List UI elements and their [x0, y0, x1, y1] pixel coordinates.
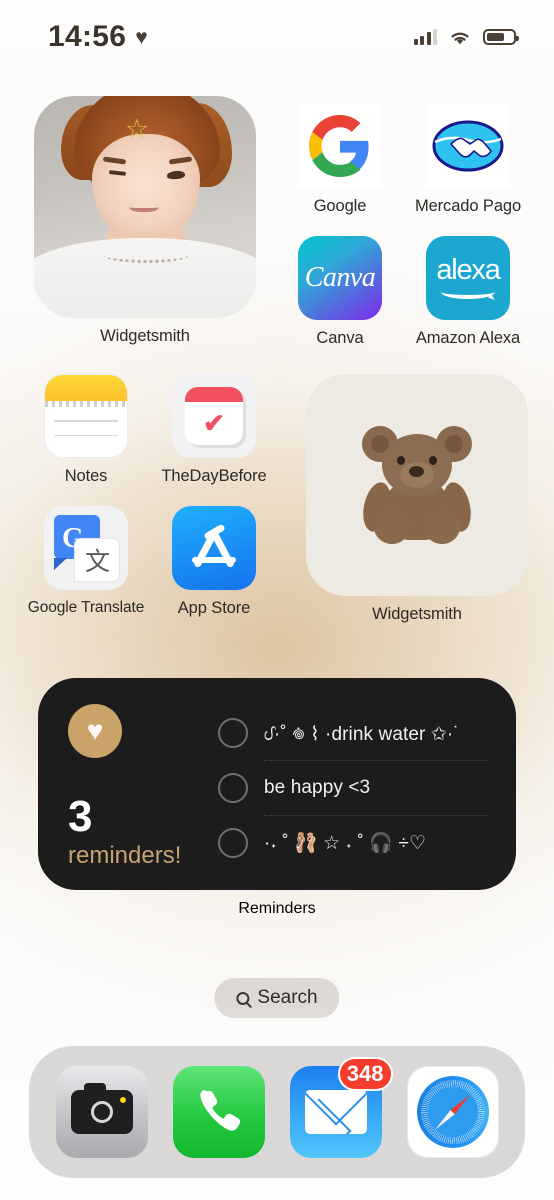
widget-photo-person[interactable]: ☆ Widgetsmith	[34, 96, 256, 348]
app-row-top: Google Mercado Pago	[276, 104, 532, 216]
app-notes[interactable]: Notes	[22, 374, 150, 486]
amazon-alexa-icon[interactable]: alexa	[426, 236, 510, 320]
dock-app-safari[interactable]	[406, 1066, 499, 1158]
reminders-count-label: reminders!	[68, 842, 182, 869]
app-label: Notes	[64, 467, 108, 485]
dock-app-mail[interactable]: 348	[289, 1057, 393, 1158]
home-screen-grid: ☆ Widgetsmith Google Mercado Pago Canva …	[0, 96, 554, 624]
reminder-checkbox[interactable]	[218, 828, 248, 858]
app-label: Google	[313, 197, 367, 215]
widget-photo-bear[interactable]: Widgetsmith	[306, 374, 528, 624]
reminder-item[interactable]: ᦔ·˚ ݁𖦹 ⌇ ·drink water ✩·˙	[218, 706, 488, 760]
status-bar-right	[413, 29, 519, 46]
grid-row-1: ☆ Widgetsmith Google Mercado Pago Canva …	[0, 96, 554, 348]
reminder-text: ᦔ·˚ ݁𖦹 ⌇ ·drink water ✩·˙	[264, 724, 460, 745]
mercado-pago-icon[interactable]	[426, 104, 510, 188]
star-hairclip-icon: ☆	[124, 113, 149, 144]
canva-icon[interactable]: Canva	[298, 236, 382, 320]
grid-row-2: Notes ✔ TheDayBefore G 文 Google Translat…	[0, 374, 554, 624]
alexa-smile-icon	[441, 285, 495, 300]
alexa-wordmark: alexa	[436, 253, 501, 286]
photo-bear-image[interactable]	[306, 374, 528, 596]
photo-person-image[interactable]: ☆	[34, 96, 256, 318]
dock-app-phone[interactable]	[172, 1066, 265, 1158]
app-canva[interactable]: Canva Canva	[276, 236, 404, 348]
app-google-translate[interactable]: G 文 Google Translate	[22, 506, 150, 618]
google-icon[interactable]	[298, 104, 382, 188]
app-app-store[interactable]: App Store	[150, 506, 278, 618]
notes-icon[interactable]	[44, 374, 128, 458]
envelope-icon	[304, 1090, 367, 1134]
reminders-card[interactable]: ♥ 3 reminders! ᦔ·˚ ݁𖦹 ⌇ ·drink water ✩·˙…	[38, 678, 516, 890]
reminder-checkbox[interactable]	[218, 718, 248, 748]
reminders-count: 3	[68, 792, 93, 841]
reminders-summary: ♥ 3 reminders!	[68, 704, 218, 870]
phone-handset-icon	[199, 1089, 240, 1131]
reminder-item[interactable]: ·˖ ˚ 🩰 ☆ ˖ ˚ 🎧 ÷♡	[218, 816, 488, 870]
search-label: Search	[257, 987, 318, 1008]
heart-icon: ♥	[135, 25, 148, 49]
reminder-checkbox[interactable]	[218, 773, 248, 803]
app-mercado-pago[interactable]: Mercado Pago	[404, 104, 532, 216]
app-row-translate: G 文 Google Translate App Store	[22, 506, 278, 618]
battery-icon	[483, 29, 519, 45]
app-label: Google Translate	[27, 599, 145, 616]
app-label: Mercado Pago	[414, 197, 522, 215]
app-label: Canva	[316, 329, 364, 347]
safari-compass-icon	[416, 1076, 489, 1148]
app-row-notes: Notes ✔ TheDayBefore	[22, 374, 278, 486]
app-label: App Store	[177, 599, 251, 617]
search-button[interactable]: Search	[214, 978, 340, 1018]
mail-badge: 348	[337, 1057, 393, 1091]
reminder-text: be happy <3	[264, 777, 371, 798]
app-label: Amazon Alexa	[415, 329, 521, 347]
search-icon	[236, 991, 250, 1005]
wifi-icon	[451, 32, 469, 44]
app-amazon-alexa[interactable]: alexa Amazon Alexa	[404, 236, 532, 348]
widget-label: Widgetsmith	[372, 605, 462, 623]
dock-app-camera[interactable]	[55, 1066, 148, 1158]
thedaybefore-icon[interactable]: ✔	[172, 374, 256, 458]
app-thedaybefore[interactable]: ✔ TheDayBefore	[150, 374, 278, 486]
widget-label: Reminders	[238, 900, 316, 917]
app-label: TheDayBefore	[161, 467, 267, 485]
reminders-list: ᦔ·˚ ݁𖦹 ⌇ ·drink water ✩·˙ be happy <3 ·˖…	[218, 704, 488, 870]
checkmark-icon: ✔	[203, 408, 225, 438]
app-row-bottom: Canva Canva alexa Amazon Alexa	[276, 236, 532, 348]
cellular-signal-icon	[413, 29, 437, 45]
canva-wordmark: Canva	[304, 262, 376, 293]
widget-reminders[interactable]: ♥ 3 reminders! ᦔ·˚ ݁𖦹 ⌇ ·drink water ✩·˙…	[38, 678, 516, 918]
reminder-item[interactable]: be happy <3	[218, 761, 488, 815]
status-bar: 14:56 ♥	[0, 0, 554, 74]
teddy-bear-icon	[356, 424, 478, 546]
google-translate-icon[interactable]: G 文	[44, 506, 128, 590]
widget-label: Widgetsmith	[100, 327, 190, 345]
clock: 14:56	[48, 20, 127, 53]
dock: 348	[29, 1046, 525, 1178]
app-store-icon[interactable]	[172, 506, 256, 590]
heart-badge-icon: ♥	[68, 704, 122, 758]
status-bar-left: 14:56 ♥	[48, 20, 148, 54]
reminder-text: ·˖ ˚ 🩰 ☆ ˖ ˚ 🎧 ÷♡	[264, 833, 427, 854]
app-google[interactable]: Google	[276, 104, 404, 216]
